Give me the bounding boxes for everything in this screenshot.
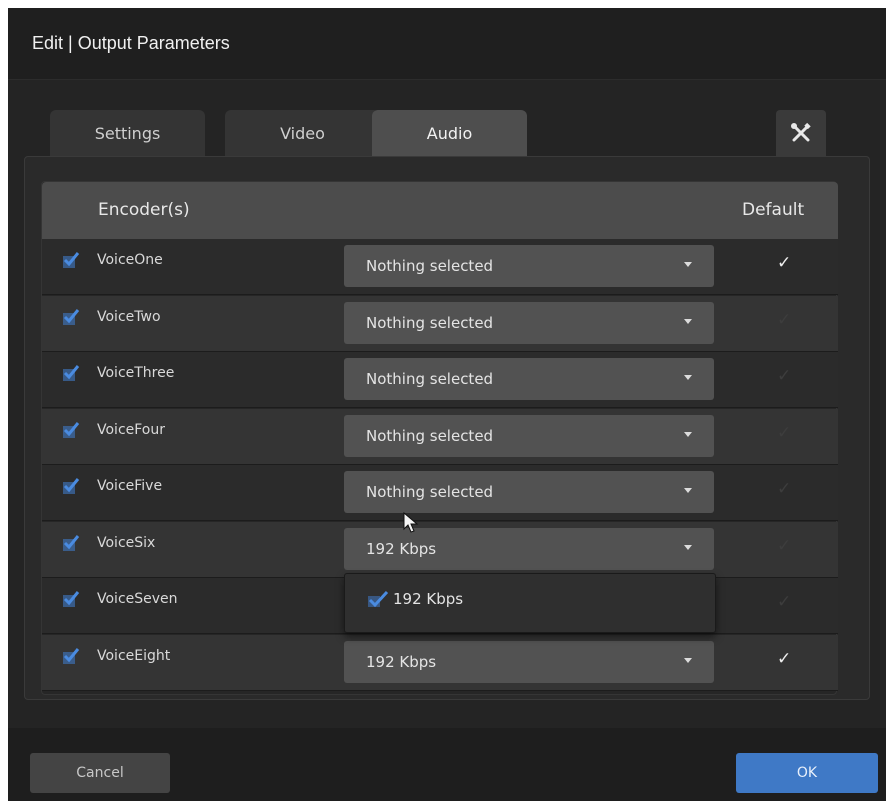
bitrate-select[interactable]: Nothing selected [344, 471, 714, 513]
bitrate-dropdown-menu: 192 Kbps [344, 573, 716, 633]
default-column-header: Default [742, 200, 805, 220]
bitrate-select-value: 192 Kbps [366, 539, 437, 558]
encoder-name: VoiceFour [97, 421, 166, 438]
encoder-name: VoiceThree [97, 365, 175, 381]
encoder-name: VoiceFive [97, 478, 163, 494]
default-checkmark-icon[interactable]: ✓ [777, 649, 791, 669]
bitrate-select-value: 192 Kbps [366, 652, 437, 671]
table-row: VoiceFour Nothing selected ✓ [42, 408, 838, 465]
checkmark-icon [368, 590, 389, 608]
caret-down-icon [684, 544, 692, 550]
encoder-checkbox[interactable] [62, 477, 80, 495]
tools-button[interactable] [776, 110, 826, 156]
encoder-checkbox[interactable] [62, 364, 80, 382]
caret-down-icon [684, 488, 692, 493]
bitrate-select-value: Nothing selected [366, 370, 494, 388]
bitrate-select-value: Nothing selected [366, 483, 494, 501]
caret-down-icon [684, 657, 692, 663]
encoder-name: VoiceTwo [97, 308, 161, 325]
ok-button[interactable]: OK [736, 753, 878, 793]
table-header: Encoder(s) Default [42, 182, 838, 239]
bitrate-select-value: Nothing selected [366, 426, 494, 445]
bitrate-select[interactable]: Nothing selected [344, 245, 714, 287]
table-row: VoiceFive Nothing selected ✓ [42, 465, 838, 521]
default-checkmark-icon[interactable]: ✓ [777, 366, 791, 386]
encoders-table: Encoder(s) Default VoiceOne Nothing selec… [41, 181, 838, 695]
caret-down-icon [684, 318, 692, 324]
dialog-title: Edit | Output Parameters [32, 33, 230, 53]
default-checkmark-icon[interactable]: ✓ [777, 423, 791, 443]
table-row: VoiceEight 192 Kbps ✓ [42, 634, 838, 691]
bitrate-select[interactable]: 192 Kbps [344, 640, 714, 683]
encoder-column-header: Encoder(s) [98, 200, 190, 220]
encoder-checkbox[interactable] [62, 590, 80, 608]
dialog-header: Edit | Output Parameters [8, 8, 886, 80]
table-row: VoiceThree Nothing selected ✓ [42, 352, 838, 408]
bitrate-select[interactable]: Nothing selected [344, 358, 714, 400]
wrench-screwdriver-icon [791, 122, 811, 142]
caret-down-icon [684, 262, 692, 267]
tab-audio[interactable]: Audio [372, 110, 527, 157]
bitrate-select-value: Nothing selected [366, 257, 494, 275]
bitrate-select-value: Nothing selected [366, 313, 494, 332]
tab-settings[interactable]: Settings [50, 110, 205, 156]
dropdown-option-label: 192 Kbps [393, 590, 464, 608]
mouse-cursor-icon [403, 512, 419, 533]
encoder-name: VoiceOne [97, 252, 163, 268]
encoder-name: VoiceSix [97, 534, 156, 551]
dropdown-option-192kbps[interactable]: 192 Kbps [367, 590, 463, 608]
bitrate-select[interactable]: Nothing selected [344, 414, 714, 457]
bitrate-select[interactable]: 192 Kbps [344, 527, 714, 570]
default-checkmark-icon[interactable]: ✓ [777, 310, 791, 330]
bitrate-select[interactable]: Nothing selected [344, 301, 714, 344]
caret-down-icon [684, 431, 692, 437]
default-checkmark-icon[interactable]: ✓ [777, 536, 791, 556]
encoder-checkbox[interactable] [62, 647, 80, 665]
encoder-checkbox[interactable] [62, 251, 80, 269]
encoder-checkbox[interactable] [62, 421, 80, 439]
default-checkmark-icon[interactable]: ✓ [777, 479, 791, 499]
table-row: VoiceTwo Nothing selected ✓ [42, 295, 838, 352]
encoder-name: VoiceSeven [97, 591, 178, 607]
encoder-checkbox[interactable] [62, 534, 80, 552]
audio-panel: Encoder(s) Default VoiceOne Nothing selec… [24, 156, 870, 700]
table-row: VoiceOne Nothing selected ✓ [42, 239, 838, 295]
tab-video[interactable]: Video [225, 110, 380, 156]
caret-down-icon [684, 375, 692, 380]
default-checkmark-icon[interactable]: ✓ [777, 253, 791, 273]
default-checkmark-icon[interactable]: ✓ [777, 592, 791, 612]
encoder-name: VoiceEight [97, 647, 171, 664]
table-row: VoiceSix 192 Kbps ✓ [42, 521, 838, 578]
output-parameters-dialog: Edit | Output Parameters Settings Video … [8, 8, 886, 801]
encoder-checkbox[interactable] [62, 308, 80, 326]
cancel-button[interactable]: Cancel [30, 753, 170, 793]
